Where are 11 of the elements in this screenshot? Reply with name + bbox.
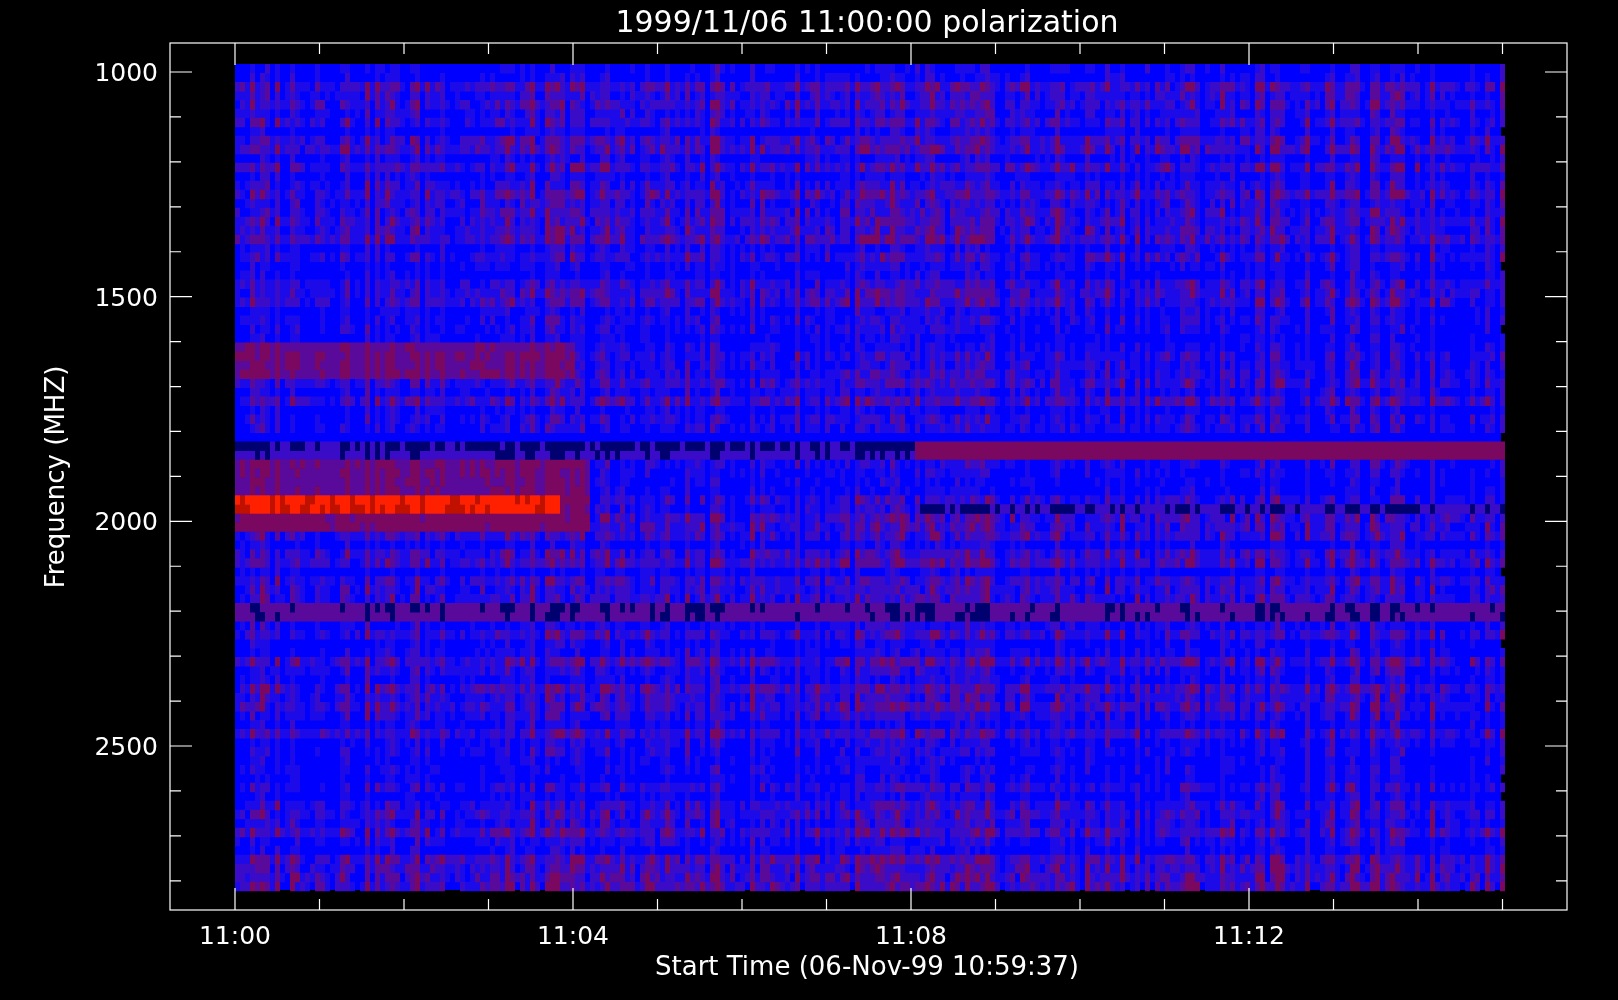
tick-label: 2000	[94, 507, 158, 537]
tick-label: 1000	[94, 58, 158, 87]
plot-title: 1999/11/06 11:00:00 polarization	[615, 4, 1119, 39]
tick-label: 11:00	[199, 921, 271, 950]
axis-label: Start Time (06-Nov-99 10:59:37)	[655, 951, 1079, 981]
tick-label: 11:08	[875, 921, 947, 950]
tick-label: 1500	[94, 282, 158, 312]
tick-label: 11:04	[537, 921, 609, 950]
axis-label: Frequency (MHZ)	[40, 365, 70, 589]
tick-label: 2500	[94, 732, 158, 761]
tick-label: 11:12	[1213, 921, 1285, 950]
